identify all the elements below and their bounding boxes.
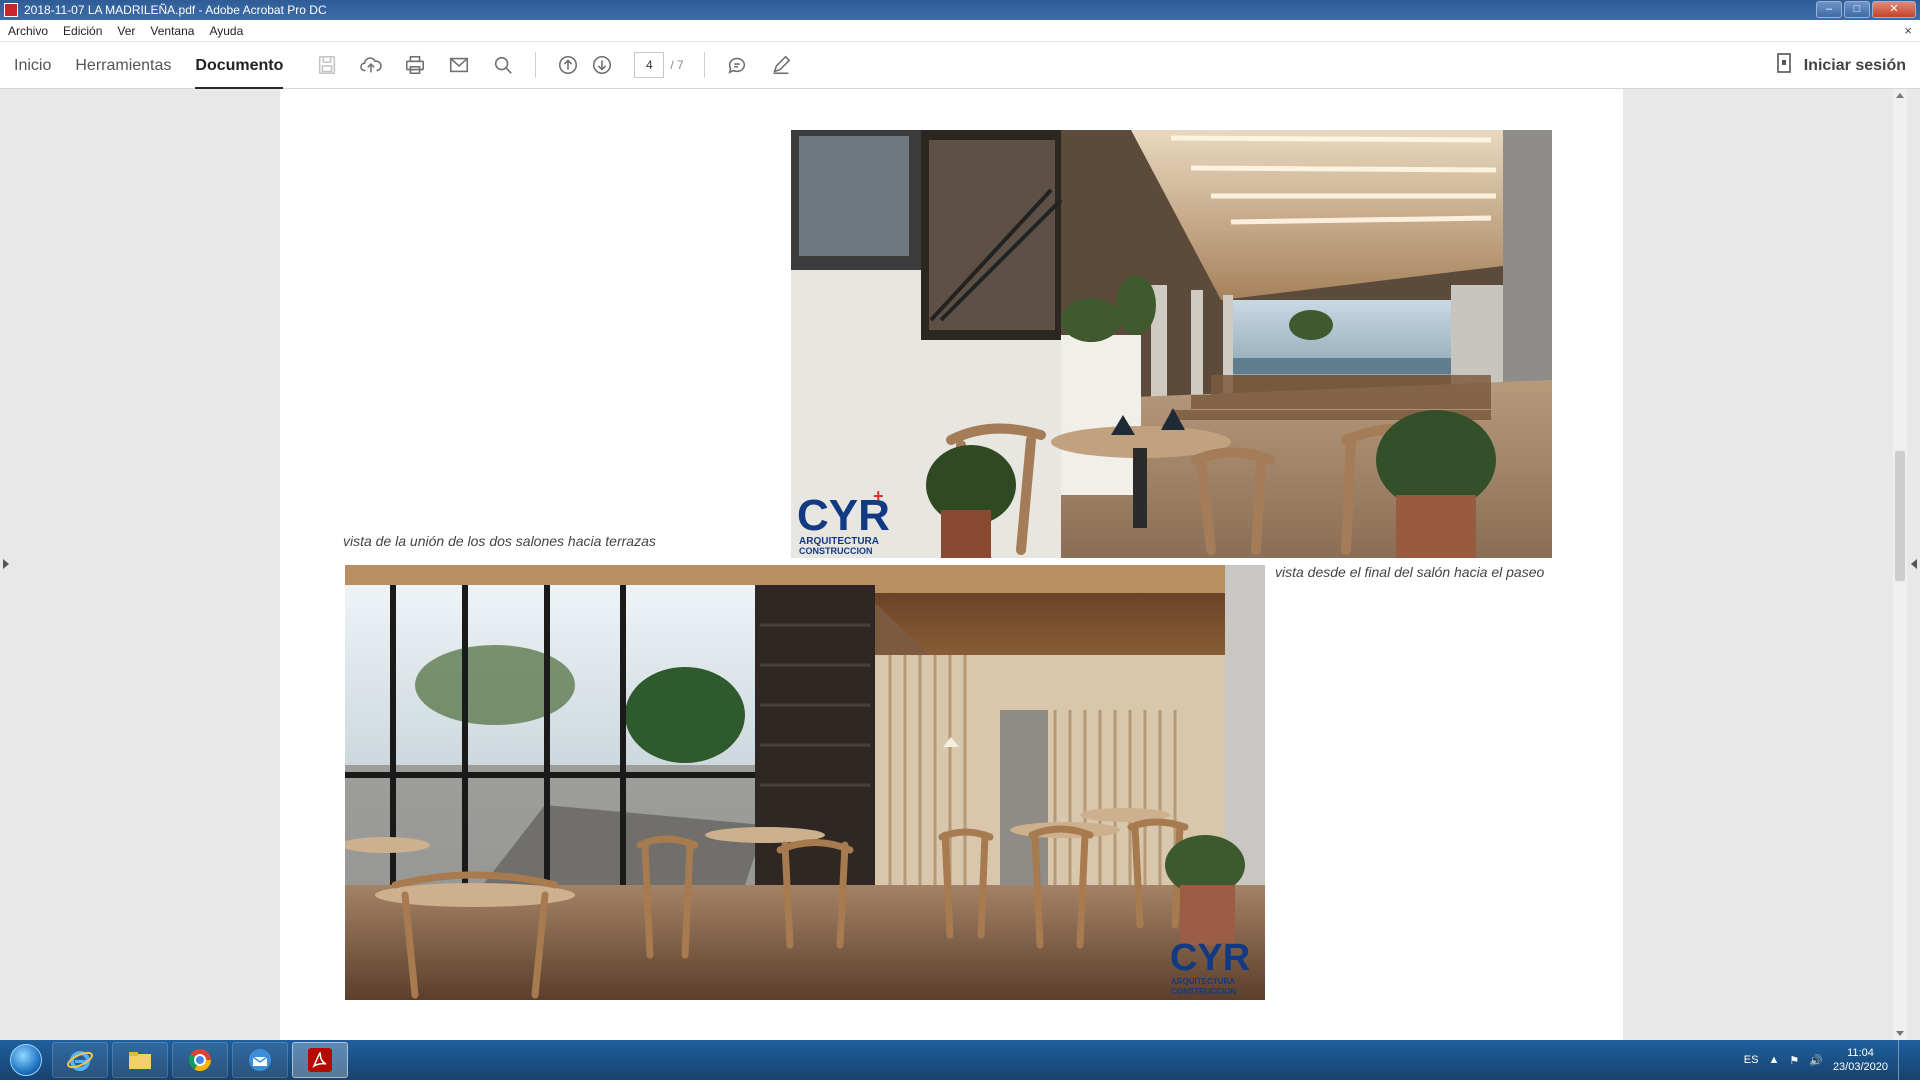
caption-top: vista de la unión de los dos salones hac… (343, 533, 656, 549)
svg-text:ARQUITECTURA: ARQUITECTURA (1171, 977, 1235, 986)
start-button[interactable] (4, 1040, 48, 1080)
window-controls: – □ ✕ (1816, 1, 1916, 18)
signin-button[interactable]: Iniciar sesión (1804, 57, 1906, 75)
system-tray: ES ▲ ⚑ 🔊 11:04 23/03/2020 (1744, 1040, 1920, 1080)
internet-explorer-icon (67, 1051, 93, 1071)
show-desktop-button[interactable] (1898, 1040, 1910, 1080)
volume-icon[interactable]: 🔊 (1809, 1054, 1823, 1067)
cyr-logo-top: CYR ARQUITECTURA CONSTRUCCION + (797, 486, 890, 556)
scroll-down-icon[interactable] (1896, 1031, 1904, 1036)
chrome-icon (189, 1049, 211, 1071)
signin-area[interactable]: Iniciar sesión (1776, 42, 1906, 89)
page-down-icon[interactable] (590, 53, 614, 77)
tab-inicio[interactable]: Inicio (14, 42, 51, 89)
taskbar-explorer[interactable] (112, 1042, 168, 1078)
page-up-icon[interactable] (556, 53, 580, 77)
vertical-scrollbar[interactable] (1893, 89, 1907, 1040)
clock-time: 11:04 (1847, 1047, 1874, 1059)
scroll-up-icon[interactable] (1896, 93, 1904, 98)
right-panel-toggle-icon[interactable] (1911, 559, 1917, 569)
menu-edicion[interactable]: Edición (63, 24, 102, 38)
toolbar-separator (535, 52, 537, 78)
tab-documento[interactable]: Documento (195, 42, 284, 89)
menu-ventana[interactable]: Ventana (150, 24, 194, 38)
upload-icon[interactable] (359, 53, 383, 77)
svg-text:CYR: CYR (1170, 937, 1250, 979)
window-title: 2018-11-07 LA MADRILEÑA.pdf - Adobe Acro… (24, 3, 327, 17)
svg-text:CONSTRUCCION: CONSTRUCCION (1171, 987, 1237, 996)
clock[interactable]: 11:04 23/03/2020 (1833, 1046, 1888, 1074)
pdf-page: CYR ARQUITECTURA CONSTRUCCION + vista de… (280, 89, 1623, 1040)
print-icon[interactable] (403, 53, 427, 77)
language-indicator[interactable]: ES (1744, 1054, 1759, 1066)
search-icon[interactable] (491, 53, 515, 77)
tool-icons: 4 / 7 (315, 52, 792, 78)
toolbar-separator (703, 52, 705, 78)
acrobat-icon (308, 1048, 332, 1072)
main-toolbar: Inicio Herramientas Documento 4 / 7 Inic… (0, 42, 1920, 89)
tab-herramientas[interactable]: Herramientas (75, 42, 171, 89)
menu-ayuda[interactable]: Ayuda (209, 24, 243, 38)
close-window-button[interactable]: ✕ (1872, 1, 1916, 18)
maximize-button[interactable]: □ (1844, 1, 1870, 18)
menu-archivo[interactable]: Archivo (8, 24, 48, 38)
flag-icon[interactable]: ⚑ (1789, 1054, 1799, 1067)
taskbar-acrobat[interactable] (292, 1042, 348, 1078)
scroll-thumb[interactable] (1895, 451, 1905, 581)
acrobat-app-icon (4, 3, 18, 17)
svg-text:CONSTRUCCION: CONSTRUCCION (799, 546, 873, 556)
page-total: / 7 (670, 58, 684, 72)
windows-orb-icon (10, 1044, 42, 1076)
svg-text:+: + (873, 486, 884, 506)
render-image-bottom: CYR ARQUITECTURA CONSTRUCCION (345, 565, 1265, 1000)
taskbar-chrome[interactable] (172, 1042, 228, 1078)
pen-icon[interactable] (769, 53, 793, 77)
windows-taskbar: ES ▲ ⚑ 🔊 11:04 23/03/2020 (0, 1040, 1920, 1080)
page-number-input[interactable]: 4 (634, 52, 665, 78)
menu-bar: Archivo Edición Ver Ventana Ayuda × (0, 20, 1920, 42)
left-panel-toggle-icon[interactable] (3, 559, 9, 569)
taskbar-outlook[interactable] (232, 1042, 288, 1078)
window-titlebar: 2018-11-07 LA MADRILEÑA.pdf - Adobe Acro… (0, 0, 1920, 20)
signin-icon (1776, 53, 1792, 78)
comment-icon[interactable] (725, 53, 749, 77)
minimize-button[interactable]: – (1816, 1, 1842, 18)
render-image-top: CYR ARQUITECTURA CONSTRUCCION + (791, 130, 1552, 558)
taskbar-ie[interactable] (52, 1042, 108, 1078)
menu-ver[interactable]: Ver (117, 24, 135, 38)
save-icon[interactable] (315, 53, 339, 77)
close-document-icon[interactable]: × (1904, 23, 1912, 38)
tray-expand-icon[interactable]: ▲ (1768, 1054, 1779, 1066)
caption-bottom: vista desde el final del salón hacia el … (1275, 564, 1545, 580)
folder-icon (129, 1052, 151, 1069)
outlook-icon (249, 1049, 271, 1071)
document-area: CYR ARQUITECTURA CONSTRUCCION + vista de… (0, 89, 1920, 1040)
mail-icon[interactable] (447, 53, 471, 77)
clock-date: 23/03/2020 (1832, 1061, 1888, 1073)
